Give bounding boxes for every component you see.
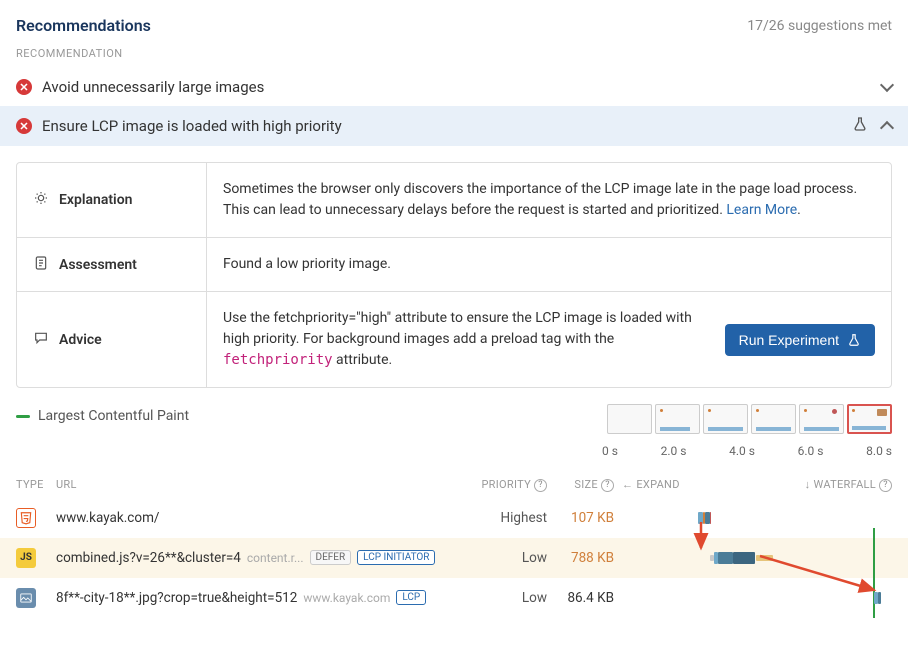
image-icon	[16, 588, 36, 608]
lightbulb-icon	[33, 190, 49, 210]
resource-row[interactable]: 8f**-city-18**.jpg?crop=true&height=512 …	[16, 578, 892, 618]
suggestions-summary: 17/26 suggestions met	[747, 18, 892, 34]
col-priority[interactable]: PRIORITY?	[467, 478, 547, 492]
recommendation-row-expanded[interactable]: ✕ Ensure LCP image is loaded with high p…	[0, 106, 908, 146]
resource-domain: www.kayak.com	[303, 591, 390, 605]
filmstrip-frame[interactable]	[607, 404, 652, 434]
filmstrip-frame[interactable]	[703, 404, 748, 434]
assessment-row: Assessment Found a low priority image.	[17, 238, 891, 292]
error-icon: ✕	[16, 79, 32, 95]
lcp-swatch-icon	[16, 415, 30, 418]
recommendation-title: Avoid unnecessarily large images	[42, 78, 872, 96]
js-icon: JS	[16, 548, 36, 568]
resource-domain: content.r...	[247, 551, 304, 565]
resource-size: 86.4 KB	[547, 590, 622, 606]
waterfall-bar	[697, 548, 892, 568]
advice-text-2: attribute.	[333, 352, 393, 368]
axis-tick: 8.0 s	[866, 444, 892, 458]
speech-icon	[33, 330, 49, 350]
defer-badge: DEFER	[310, 550, 352, 565]
help-icon[interactable]: ?	[879, 479, 892, 492]
lcp-legend: Largest Contentful Paint	[16, 404, 189, 424]
resource-row[interactable]: www.kayak.com/ Highest 107 KB	[16, 498, 892, 538]
advice-text-1: Use the fetchpriority="high" attribute t…	[223, 310, 692, 347]
time-axis: 0 s 2.0 s 4.0 s 6.0 s 8.0 s	[602, 444, 892, 458]
help-icon[interactable]: ?	[534, 479, 547, 492]
section-label: RECOMMENDATION	[16, 47, 892, 60]
waterfall-bar	[697, 508, 892, 528]
resource-priority: Low	[467, 550, 547, 566]
explanation-text-1: Sometimes the browser only discovers the…	[223, 181, 857, 197]
col-expand[interactable]: ← EXPAND	[622, 478, 697, 491]
filmstrip-frame[interactable]	[751, 404, 796, 434]
advice-code: fetchpriority	[223, 352, 333, 368]
recommendation-row[interactable]: ✕ Avoid unnecessarily large images	[0, 68, 908, 106]
advice-row: Advice Use the fetchpriority="high" attr…	[17, 292, 891, 387]
resource-size: 788 KB	[547, 550, 622, 566]
explanation-label: Explanation	[59, 192, 132, 208]
axis-tick: 2.0 s	[661, 444, 687, 458]
advice-label: Advice	[59, 332, 102, 348]
chevron-down-icon[interactable]	[880, 78, 894, 92]
lcp-legend-label: Largest Contentful Paint	[38, 408, 189, 424]
lcp-initiator-badge: LCP INITIATOR	[357, 550, 435, 565]
axis-tick: 0 s	[602, 444, 618, 458]
assessment-label: Assessment	[59, 257, 137, 273]
waterfall-bar	[697, 588, 892, 608]
error-icon: ✕	[16, 118, 32, 134]
filmstrip-frame[interactable]	[655, 404, 700, 434]
assessment-text: Found a low priority image.	[223, 254, 875, 275]
filmstrip	[602, 404, 892, 434]
resource-url: www.kayak.com/	[56, 510, 159, 526]
recommendation-details: Explanation Sometimes the browser only d…	[16, 162, 892, 388]
resource-url: 8f**-city-18**.jpg?crop=true&height=512	[56, 590, 297, 606]
lcp-badge: LCP	[396, 590, 426, 605]
resource-row[interactable]: JS combined.js?v=26**&cluster=4 content.…	[0, 538, 908, 578]
learn-more-link[interactable]: Learn More	[726, 202, 797, 218]
chevron-up-icon[interactable]	[880, 121, 894, 135]
waterfall-area: www.kayak.com/ Highest 107 KB JS combine…	[16, 498, 892, 618]
explanation-row: Explanation Sometimes the browser only d…	[17, 163, 891, 238]
flask-icon[interactable]	[852, 116, 868, 136]
html-icon	[16, 508, 36, 528]
waterfall-table-header: TYPE URL PRIORITY? SIZE? ← EXPAND ↓ WATE…	[16, 468, 892, 498]
col-url[interactable]: URL	[56, 478, 467, 491]
resource-size: 107 KB	[547, 510, 622, 526]
filmstrip-frame[interactable]	[799, 404, 844, 434]
page-title: Recommendations	[16, 16, 151, 35]
col-type[interactable]: TYPE	[16, 478, 56, 491]
filmstrip-frame-active[interactable]	[847, 404, 892, 434]
col-size[interactable]: SIZE?	[547, 478, 622, 492]
help-icon[interactable]: ?	[601, 479, 614, 492]
axis-tick: 6.0 s	[798, 444, 824, 458]
resource-url: combined.js?v=26**&cluster=4	[56, 550, 241, 566]
document-icon	[33, 255, 49, 275]
run-experiment-button[interactable]: Run Experiment	[725, 324, 875, 356]
resource-priority: Highest	[467, 510, 547, 526]
recommendation-title: Ensure LCP image is loaded with high pri…	[42, 117, 842, 135]
resource-priority: Low	[467, 590, 547, 606]
col-waterfall[interactable]: ↓ WATERFALL?	[697, 478, 892, 492]
explanation-text-2: This can lead to unnecessary delays befo…	[223, 202, 726, 218]
axis-tick: 4.0 s	[729, 444, 755, 458]
